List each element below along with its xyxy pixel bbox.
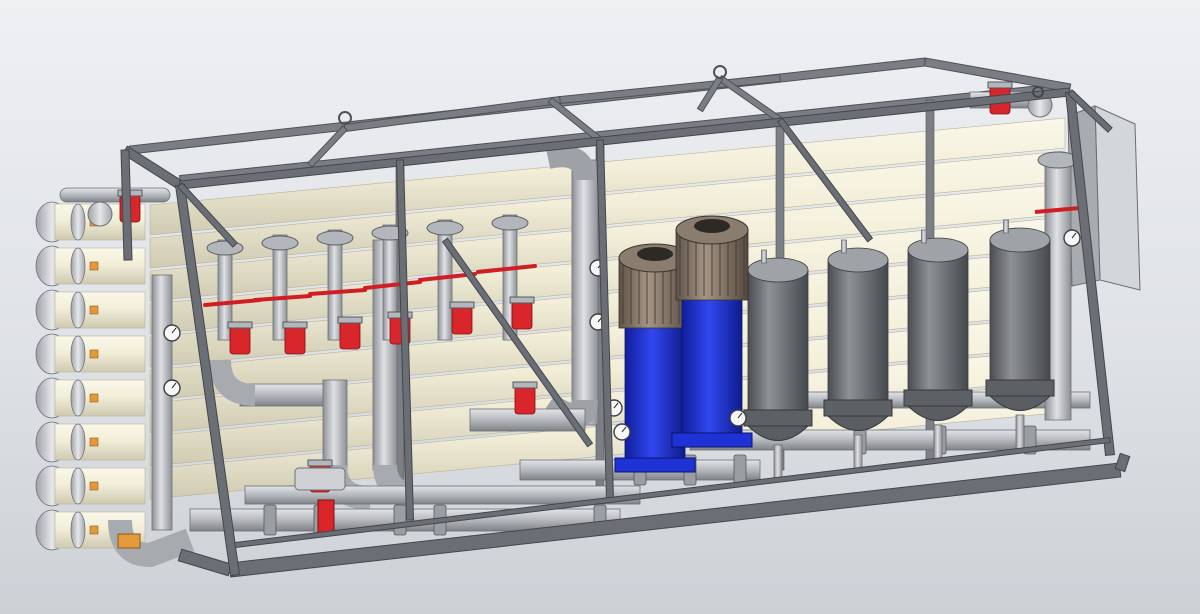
branch-flange	[316, 230, 354, 246]
high-pressure-pump-set	[614, 215, 753, 473]
actuator-mount	[512, 381, 538, 389]
lifting-eye	[713, 65, 727, 79]
end-cap-collar	[70, 511, 86, 549]
actuator-mount	[387, 311, 413, 319]
motor-top-cap	[637, 247, 673, 261]
filter-clamp-ring	[985, 379, 1055, 397]
valve-branch-pipe	[437, 219, 453, 341]
port-fitting	[89, 261, 99, 271]
membrane-tube-end	[54, 335, 146, 373]
filter-vent	[841, 239, 847, 254]
filter-clamp-ring	[903, 389, 973, 407]
filter-dome	[989, 227, 1051, 253]
valve-actuator	[284, 325, 306, 355]
inline-valve	[317, 499, 335, 535]
filter-clamp-ring	[743, 409, 813, 427]
pipe-flange	[393, 504, 407, 536]
flange-accent	[117, 533, 141, 549]
drop-pipe	[322, 379, 348, 471]
filter-clamp-ring	[823, 399, 893, 417]
membrane-tube-end	[54, 291, 146, 329]
left-riser-pipe	[151, 274, 173, 531]
top-left-rail	[121, 145, 184, 190]
port-fitting	[89, 525, 99, 535]
tall-riser-pipe	[571, 159, 599, 426]
top-crossbar	[343, 95, 562, 133]
skid-illustration	[35, 57, 1141, 578]
port-fitting	[89, 349, 99, 359]
end-cap-collar	[70, 335, 86, 373]
end-cap-collar	[70, 291, 86, 329]
top-header-pipe	[59, 187, 171, 203]
actuator-mount	[337, 316, 363, 324]
branch-flange	[426, 220, 464, 236]
actuator-mount	[449, 301, 475, 309]
end-cap-collar	[70, 203, 86, 241]
actuator-mount	[987, 81, 1013, 89]
valve-actuator	[451, 305, 473, 335]
end-cap-collar	[70, 467, 86, 505]
base-right-rail	[1114, 452, 1131, 473]
base-left-rail	[177, 548, 233, 577]
port-fitting	[89, 305, 99, 315]
filter-vent	[761, 249, 767, 264]
filter-dome	[827, 247, 889, 273]
membrane-tube-end	[54, 423, 146, 461]
valve-actuator	[229, 325, 251, 355]
pump-base-flange	[614, 457, 696, 473]
branch-flange	[261, 235, 299, 251]
pipe-flange	[733, 454, 747, 486]
filter-vessel-body	[907, 249, 969, 401]
filter-leg	[1015, 414, 1025, 451]
actuator-mount	[509, 296, 535, 304]
membrane-tube-end	[54, 379, 146, 417]
filter-leg	[853, 434, 863, 471]
rear-left-post	[120, 149, 133, 261]
header-elbow	[87, 201, 113, 227]
membrane-tube-end	[54, 467, 146, 505]
filter-vessel-body	[827, 259, 889, 411]
end-cap-collar	[70, 247, 86, 285]
valve-actuator	[511, 300, 533, 330]
port-fitting	[89, 393, 99, 403]
valve-actuator	[514, 385, 536, 415]
filter-vessel-body	[989, 239, 1051, 391]
port-fitting	[89, 437, 99, 447]
pump-base-flange	[671, 432, 753, 448]
motor-top-cap	[694, 219, 730, 233]
end-cap-collar	[70, 423, 86, 461]
actuator-mount	[307, 459, 333, 467]
ro-skid-drawing	[0, 0, 1200, 614]
filter-leg	[773, 444, 783, 481]
end-cap-collar	[70, 379, 86, 417]
valve-actuator	[339, 320, 361, 350]
filter-dome	[907, 237, 969, 263]
butterfly-valve-body	[294, 467, 346, 491]
actuator-mount	[227, 321, 253, 329]
filter-dome	[747, 257, 809, 283]
filter-vent	[1003, 219, 1009, 234]
filter-vent	[921, 229, 927, 244]
actuator-mount	[282, 321, 308, 329]
pipe-flange	[263, 504, 277, 536]
filter-leg	[933, 424, 943, 461]
branch-flange	[491, 215, 529, 231]
port-fitting	[89, 481, 99, 491]
filter-vessel-body	[747, 269, 809, 421]
